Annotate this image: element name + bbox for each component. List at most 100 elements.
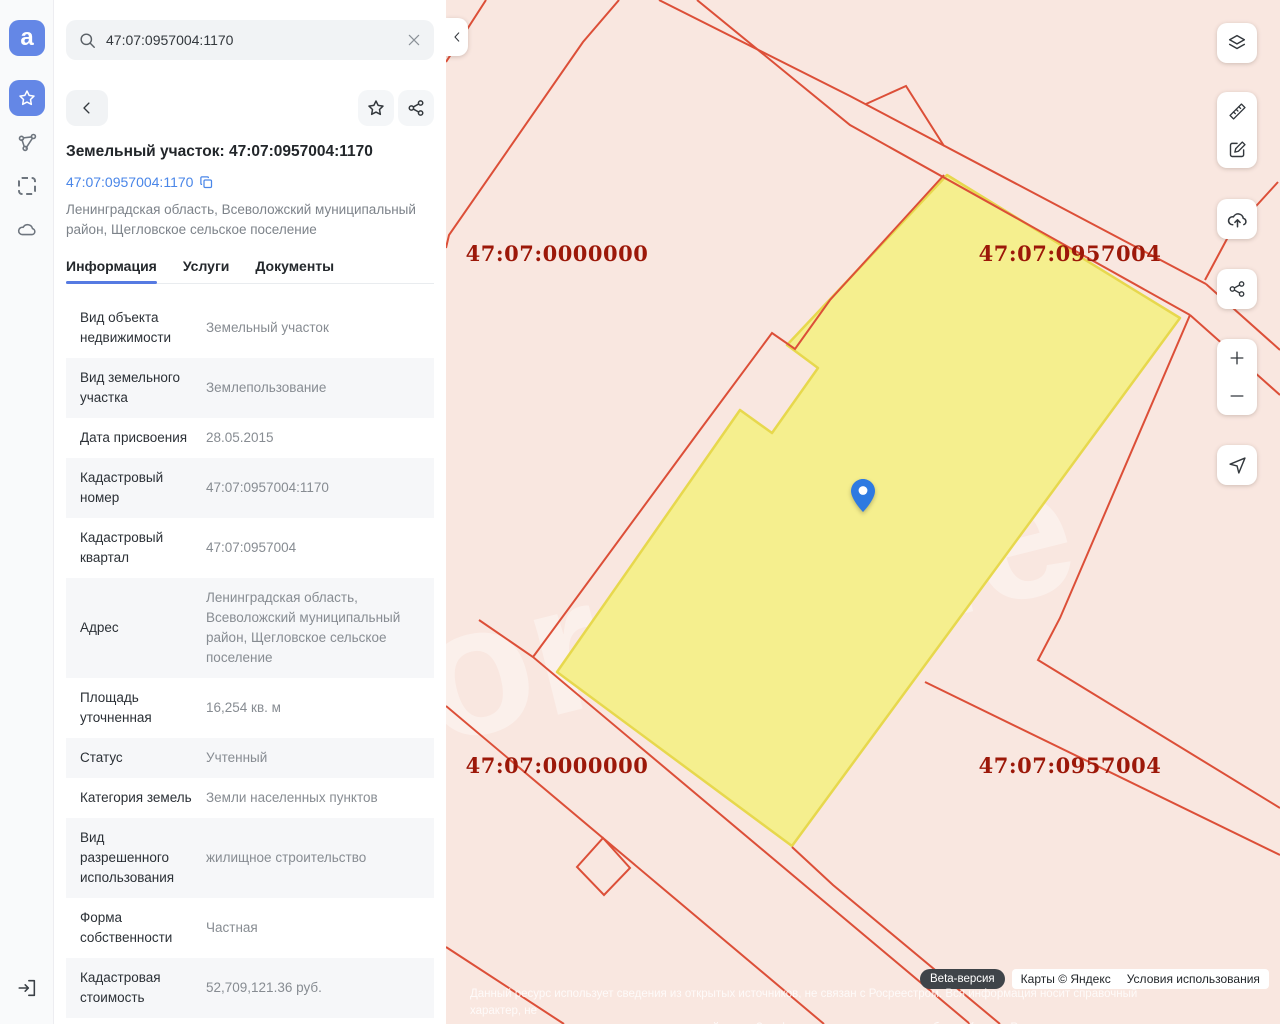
map-provider: Карты © Яндекс xyxy=(1021,972,1111,986)
disclaimer-line: гарантирует точность и не имеет юридичес… xyxy=(470,1020,1170,1024)
edit-button[interactable] xyxy=(1227,139,1248,160)
table-row: Форма собственностиЧастная xyxy=(66,898,434,958)
search-bar[interactable] xyxy=(66,20,434,60)
sidebar-item-sign-in[interactable] xyxy=(9,970,45,1006)
table-row: Кадастровая стоимость 52,709,121.36 руб. xyxy=(66,958,434,1018)
table-row: Вид земельного участкаЗемлепользование xyxy=(66,358,434,418)
logo-a-icon: a xyxy=(20,26,33,50)
row-label: Вид разрешенного использования xyxy=(80,828,192,888)
table-row: Кадастровый квартал 47:07:0957004 xyxy=(66,518,434,578)
navigate-arrow-icon xyxy=(1227,455,1248,476)
row-value: Учтенный xyxy=(206,748,420,768)
sidebar-item-polygon-tool[interactable] xyxy=(9,124,45,160)
zoom-in-button[interactable] xyxy=(1227,348,1247,368)
row-label: Адрес xyxy=(80,618,192,638)
sign-in-icon xyxy=(16,977,38,999)
table-row: Вид объекта недвижимости Земельный участо… xyxy=(66,298,434,358)
cadastral-map-app: a xyxy=(0,0,1280,1024)
row-value: жилищное строительство xyxy=(206,848,420,868)
row-label: Кадастровый квартал xyxy=(80,528,192,568)
measure-button[interactable] xyxy=(1227,101,1248,122)
row-value: 28.05.2015 xyxy=(206,428,420,448)
row-value: Ленинградская область, Всеволожский муни… xyxy=(206,588,420,668)
tab-services[interactable]: Услуги xyxy=(183,252,230,283)
table-row: Адрес Ленинградская область, Всеволожский… xyxy=(66,578,434,678)
row-label: Форма собственности xyxy=(80,908,192,948)
sidebar-item-select-area[interactable] xyxy=(9,168,45,204)
dashed-square-icon xyxy=(18,177,36,195)
plus-icon xyxy=(1227,348,1247,368)
row-label: Статус xyxy=(80,748,192,768)
row-value: Земли населенных пунктов xyxy=(206,788,420,808)
edit-icon xyxy=(1227,139,1248,160)
minus-icon xyxy=(1227,386,1247,406)
clear-search-icon[interactable] xyxy=(406,32,422,48)
cadastral-number-link[interactable]: 47:07:0957004:1170 xyxy=(66,174,434,190)
tab-information[interactable]: Информация xyxy=(66,252,157,283)
table-row: Площадь уточненная 16,254 кв. м xyxy=(66,678,434,738)
object-info-panel: Земельный участок: 47:07:0957004:1170 47… xyxy=(54,0,446,1024)
share-nodes-icon xyxy=(406,98,426,118)
terms-of-use-link[interactable]: Условия использования xyxy=(1127,972,1260,986)
map-disclaimer: Данный ресурс использует сведения из отк… xyxy=(470,986,1170,1024)
layers-button[interactable] xyxy=(1217,23,1257,63)
upload-button[interactable] xyxy=(1217,199,1257,239)
tab-documents[interactable]: Документы xyxy=(255,252,334,283)
zoom-out-button[interactable] xyxy=(1227,386,1247,406)
row-label: Площадь уточненная xyxy=(80,688,192,728)
sidebar: a xyxy=(0,0,54,1024)
tab-bar: Информация Услуги Документы xyxy=(66,252,434,284)
layers-icon xyxy=(1226,32,1248,54)
row-label: Дата присвоения xyxy=(80,428,192,448)
quarter-label: 47:07:0000000 xyxy=(466,753,649,778)
star-outline-icon xyxy=(366,98,386,118)
row-value: 52,709,121.36 руб. xyxy=(206,978,420,998)
row-label: Кадастровый номер xyxy=(80,468,192,508)
search-icon xyxy=(78,31,97,50)
app-logo[interactable]: a xyxy=(9,20,45,56)
favorite-button[interactable] xyxy=(358,90,394,126)
table-row: Категория земель Земли населенных пунктов xyxy=(66,778,434,818)
table-row: Вид разрешенного использования жилищное с… xyxy=(66,818,434,898)
copy-icon[interactable] xyxy=(199,175,214,190)
cloud-upload-icon xyxy=(1226,208,1249,231)
chevron-left-icon xyxy=(450,30,464,44)
cadastral-number-text: 47:07:0957004:1170 xyxy=(66,174,193,190)
map-canvas[interactable]: torgi.me xyxy=(446,0,1280,1024)
cloud-icon xyxy=(16,219,38,241)
panel-header xyxy=(66,90,434,126)
locate-me-button[interactable] xyxy=(1217,445,1257,485)
disclaimer-line: Данный ресурс использует сведения из отк… xyxy=(470,986,1170,1020)
quarter-label: 47:07:0957004 xyxy=(979,753,1162,778)
row-value: 47:07:0957004 xyxy=(206,538,420,558)
collapse-panel-button[interactable] xyxy=(446,18,468,56)
share-nodes-icon xyxy=(1227,279,1247,299)
zoom-controls xyxy=(1217,339,1257,415)
share-button[interactable] xyxy=(398,90,434,126)
sidebar-item-favorites[interactable] xyxy=(9,80,45,116)
table-row: Кадастровый номер 47:07:0957004:1170 xyxy=(66,458,434,518)
back-button[interactable] xyxy=(66,90,108,126)
row-label: Категория земель xyxy=(80,788,192,808)
table-row: Статус Учтенный xyxy=(66,738,434,778)
quarter-label: 47:07:0000000 xyxy=(466,241,649,266)
search-input[interactable] xyxy=(106,32,406,48)
attributes-table: Вид объекта недвижимости Земельный участо… xyxy=(54,298,446,1018)
table-row: Дата присвоения 28.05.2015 xyxy=(66,418,434,458)
page-title: Земельный участок: 47:07:0957004:1170 xyxy=(66,143,434,161)
draw-tools-group xyxy=(1217,92,1257,168)
row-value: Земельный участок xyxy=(206,318,420,338)
sidebar-item-cloud[interactable] xyxy=(9,212,45,248)
object-address: Ленинградская область, Всеволожский муни… xyxy=(66,200,434,240)
location-pin xyxy=(850,478,876,514)
row-label: Вид объекта недвижимости xyxy=(80,308,192,348)
polygon-nodes-icon xyxy=(16,131,38,153)
row-value: 16,254 кв. м xyxy=(206,698,420,718)
row-value: 47:07:0957004:1170 xyxy=(206,478,420,498)
chevron-left-icon xyxy=(78,99,96,117)
quarter-label: 47:07:0957004 xyxy=(979,241,1162,266)
row-label: Вид земельного участка xyxy=(80,368,192,408)
share-map-button[interactable] xyxy=(1217,269,1257,309)
star-icon xyxy=(17,88,37,108)
row-label: Кадастровая стоимость xyxy=(80,968,192,1008)
